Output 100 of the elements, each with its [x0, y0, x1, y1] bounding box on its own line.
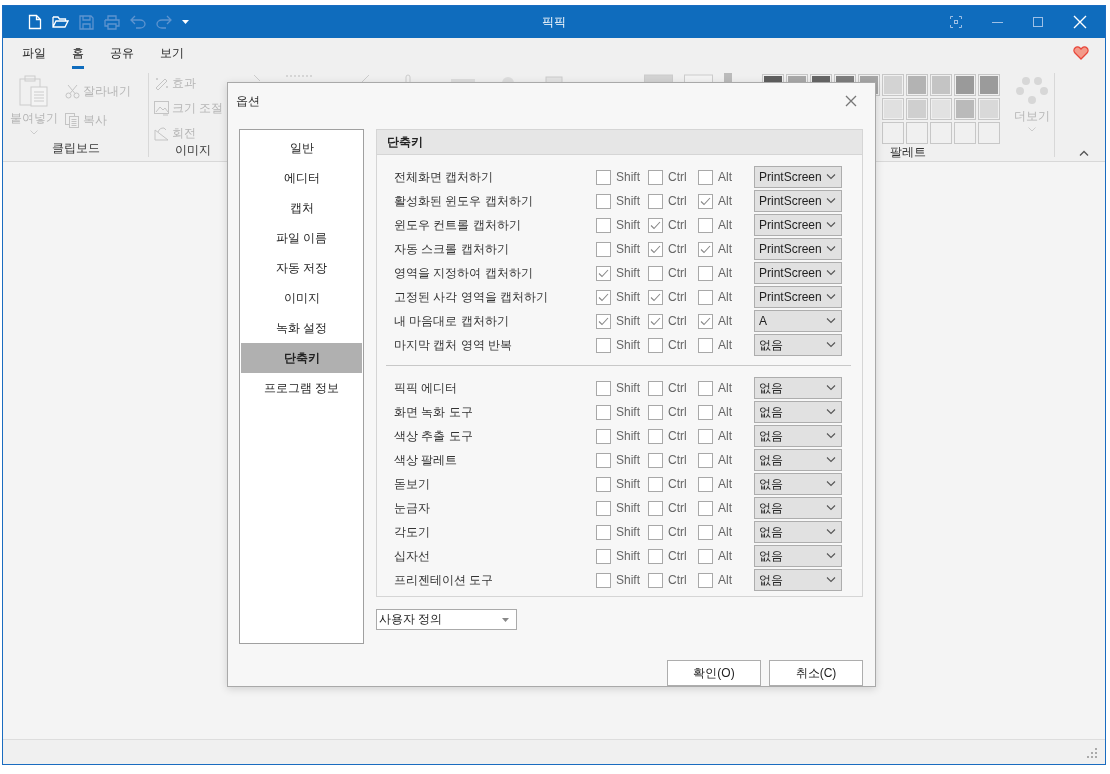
checkbox[interactable] [596, 428, 611, 444]
key-dropdown[interactable]: 없음 [754, 401, 842, 423]
key-dropdown[interactable]: PrintScreen [754, 286, 842, 308]
color-swatch[interactable] [954, 74, 976, 96]
ribbon-tab[interactable]: 홈 [72, 38, 84, 69]
undo-icon[interactable] [130, 15, 146, 29]
open-folder-icon[interactable] [52, 15, 69, 29]
checkbox[interactable] [648, 193, 663, 209]
preset-dropdown[interactable]: 사용자 정의 [376, 609, 517, 630]
category-item[interactable]: 캡처 [241, 193, 362, 223]
checkbox[interactable] [648, 452, 663, 468]
key-dropdown[interactable]: PrintScreen [754, 238, 842, 260]
checkbox[interactable] [596, 289, 611, 305]
color-swatch[interactable] [930, 122, 952, 144]
checkbox[interactable] [648, 265, 663, 281]
checkbox[interactable] [648, 380, 663, 396]
key-dropdown[interactable]: PrintScreen [754, 262, 842, 284]
checkbox[interactable] [698, 404, 713, 420]
checkbox[interactable] [698, 337, 713, 353]
cancel-button[interactable]: 취소(C) [769, 660, 863, 686]
checkbox[interactable] [648, 289, 663, 305]
ribbon-tab[interactable]: 보기 [160, 38, 184, 69]
key-dropdown[interactable]: 없음 [754, 497, 842, 519]
color-swatch[interactable] [906, 98, 928, 120]
checkbox[interactable] [698, 428, 713, 444]
checkbox[interactable] [596, 193, 611, 209]
checkbox[interactable] [596, 313, 611, 329]
save-icon[interactable] [79, 14, 94, 30]
category-item[interactable]: 이미지 [241, 283, 362, 313]
maximize-icon[interactable] [1033, 17, 1043, 27]
capture-icon[interactable] [950, 16, 962, 28]
color-swatch[interactable] [882, 74, 904, 96]
checkbox[interactable] [596, 337, 611, 353]
checkbox[interactable] [648, 548, 663, 564]
checkbox[interactable] [648, 524, 663, 540]
checkbox[interactable] [698, 289, 713, 305]
checkbox[interactable] [648, 500, 663, 516]
checkbox[interactable] [698, 265, 713, 281]
checkbox[interactable] [648, 404, 663, 420]
new-file-icon[interactable] [28, 14, 42, 30]
checkbox[interactable] [596, 524, 611, 540]
checkbox[interactable] [648, 337, 663, 353]
color-swatch[interactable] [882, 122, 904, 144]
checkbox[interactable] [648, 313, 663, 329]
checkbox[interactable] [596, 500, 611, 516]
checkbox[interactable] [596, 476, 611, 492]
color-swatch[interactable] [930, 98, 952, 120]
color-swatch[interactable] [954, 122, 976, 144]
checkbox[interactable] [648, 572, 663, 588]
checkbox[interactable] [698, 548, 713, 564]
category-item[interactable]: 프로그램 정보 [241, 373, 362, 403]
category-item[interactable]: 단축키 [241, 343, 362, 373]
checkbox[interactable] [596, 380, 611, 396]
checkbox[interactable] [698, 452, 713, 468]
key-dropdown[interactable]: 없음 [754, 545, 842, 567]
key-dropdown[interactable]: 없음 [754, 425, 842, 447]
key-dropdown[interactable]: 없음 [754, 569, 842, 591]
color-swatch[interactable] [906, 122, 928, 144]
collapse-icon[interactable] [1079, 150, 1089, 156]
caret-icon[interactable] [182, 20, 189, 24]
checkbox[interactable] [698, 241, 713, 257]
printer-icon[interactable] [104, 14, 120, 30]
checkbox[interactable] [596, 217, 611, 233]
ok-button[interactable]: 확인(O) [667, 660, 761, 686]
key-dropdown[interactable]: 없음 [754, 334, 842, 356]
checkbox[interactable] [698, 380, 713, 396]
resize-grip-icon[interactable] [1087, 748, 1097, 758]
checkbox[interactable] [596, 241, 611, 257]
minimize-icon[interactable] [992, 21, 1003, 23]
key-dropdown[interactable]: 없음 [754, 521, 842, 543]
checkbox[interactable] [698, 572, 713, 588]
checkbox[interactable] [596, 169, 611, 185]
checkbox[interactable] [648, 169, 663, 185]
heart-icon[interactable] [1073, 46, 1089, 60]
checkbox[interactable] [698, 500, 713, 516]
checkbox[interactable] [648, 428, 663, 444]
category-item[interactable]: 녹화 설정 [241, 313, 362, 343]
category-item[interactable]: 파일 이름 [241, 223, 362, 253]
color-swatch[interactable] [930, 74, 952, 96]
category-item[interactable]: 자동 저장 [241, 253, 362, 283]
checkbox[interactable] [596, 548, 611, 564]
close-icon[interactable] [845, 95, 857, 107]
checkbox[interactable] [698, 169, 713, 185]
color-swatch[interactable] [978, 98, 1000, 120]
key-dropdown[interactable]: PrintScreen [754, 190, 842, 212]
checkbox[interactable] [698, 524, 713, 540]
redo-icon[interactable] [156, 15, 172, 29]
color-swatch[interactable] [954, 98, 976, 120]
category-item[interactable]: 에디터 [241, 163, 362, 193]
checkbox[interactable] [648, 241, 663, 257]
key-dropdown[interactable]: 없음 [754, 473, 842, 495]
key-dropdown[interactable]: PrintScreen [754, 166, 842, 188]
key-dropdown[interactable]: A [754, 310, 842, 332]
checkbox[interactable] [698, 476, 713, 492]
ribbon-tab[interactable]: 파일 [22, 38, 46, 69]
key-dropdown[interactable]: 없음 [754, 377, 842, 399]
category-item[interactable]: 일반 [241, 133, 362, 163]
key-dropdown[interactable]: 없음 [754, 449, 842, 471]
checkbox[interactable] [698, 313, 713, 329]
checkbox[interactable] [698, 193, 713, 209]
